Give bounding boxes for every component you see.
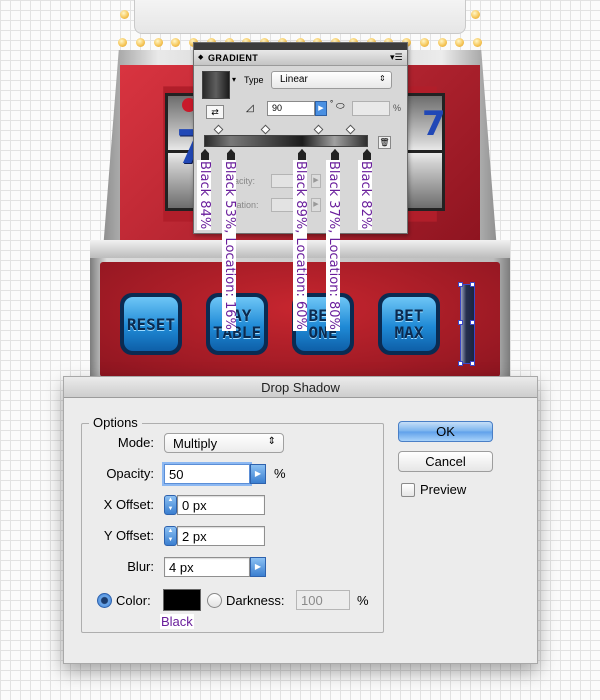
stop-annotation: Black 37%, Location: 80% — [326, 160, 341, 331]
mode-select[interactable]: Multiply ⇕ — [164, 433, 284, 453]
bet-max-button-label: BET MAX — [382, 297, 436, 351]
panel-grip-bar[interactable] — [194, 43, 407, 50]
selection-handle[interactable] — [458, 320, 463, 325]
darkness-unit: % — [357, 593, 369, 608]
aspect-percent: % — [393, 103, 402, 113]
angle-icon: ◿ — [246, 103, 254, 114]
y-offset-input[interactable]: 2 px — [177, 526, 265, 546]
gradient-stop[interactable] — [331, 149, 339, 160]
darkness-radio[interactable] — [207, 593, 222, 608]
opacity-label: Opacity: — [106, 466, 154, 481]
dialog-title: Drop Shadow — [64, 377, 537, 398]
reel-seven-symbol-right: 7 — [422, 104, 446, 144]
y-offset-stepper[interactable]: ▲ ▼ — [164, 526, 177, 546]
gradient-slider[interactable] — [204, 135, 368, 147]
reverse-gradient-icon[interactable]: ⇄ — [206, 105, 224, 119]
stop-annotation: Black 82% — [358, 160, 373, 231]
blur-slider-button[interactable]: ▶ — [250, 557, 266, 577]
selection-handle[interactable] — [470, 320, 475, 325]
reset-button-label: RESET — [124, 297, 178, 351]
color-annotation: Black — [160, 614, 194, 629]
degree-symbol: ° — [330, 99, 334, 108]
opacity-slider-button[interactable]: ▶ — [250, 464, 266, 484]
y-offset-label: Y Offset: — [103, 528, 154, 543]
opacity-dropdown-button: ▶ — [311, 174, 321, 188]
pay-table-button-label: PAY TABLE — [210, 297, 264, 351]
gradient-stop[interactable] — [227, 149, 235, 160]
preview-label: Preview — [420, 482, 467, 497]
mode-label: Mode: — [117, 435, 154, 450]
preview-checkbox[interactable] — [401, 483, 415, 497]
blur-input[interactable]: 4 px — [164, 557, 250, 577]
bet-max-button[interactable]: BET MAX — [378, 293, 440, 355]
type-label: Type — [244, 75, 264, 85]
ok-button[interactable]: OK — [398, 421, 493, 442]
opacity-input[interactable]: 50 — [164, 464, 250, 484]
midpoint-diamond[interactable] — [345, 124, 356, 135]
collapse-arrow-icon[interactable]: ◆ — [198, 53, 203, 61]
location-dropdown-button: ▶ — [311, 198, 321, 212]
selection-handle[interactable] — [458, 361, 463, 366]
pay-table-button[interactable]: PAY TABLE — [206, 293, 268, 355]
marquee-bulb-right — [471, 10, 480, 19]
aspect-ratio-input — [352, 101, 390, 116]
selection-handle[interactable] — [470, 282, 475, 287]
midpoint-diamond[interactable] — [213, 124, 224, 135]
gradient-stop[interactable] — [298, 149, 306, 160]
chevron-updown-icon: ⇕ — [379, 74, 386, 83]
marquee-sign — [134, 0, 466, 34]
x-offset-input[interactable]: 0 px — [177, 495, 265, 515]
darkness-label: Darkness: — [226, 593, 285, 608]
gradient-panel-title[interactable]: GRADIENT — [194, 50, 407, 66]
gradient-stop[interactable] — [201, 149, 209, 160]
stop-annotation: Black 53%, Location: 16% — [222, 160, 237, 331]
reset-button[interactable]: RESET — [120, 293, 182, 355]
options-legend: Options — [89, 415, 142, 430]
selection-handle[interactable] — [470, 361, 475, 366]
color-swatch[interactable] — [163, 589, 201, 611]
angle-dropdown-button[interactable]: ▶ — [315, 101, 327, 116]
cancel-button[interactable]: Cancel — [398, 451, 493, 472]
stop-annotation: Black 89%, Location: 60% — [293, 160, 308, 331]
panel-menu-icon[interactable]: ▾☰ — [390, 52, 403, 63]
midpoint-diamond[interactable] — [260, 124, 271, 135]
type-select[interactable]: Linear — [271, 71, 392, 89]
swatch-dropdown-icon[interactable]: ▾ — [232, 75, 236, 84]
x-offset-stepper[interactable]: ▲ ▼ — [164, 495, 177, 515]
stop-annotation: Black 84% — [197, 160, 212, 231]
color-label: Color: — [116, 593, 151, 608]
gradient-swatch[interactable] — [202, 71, 230, 99]
marquee-bulb-left — [120, 10, 129, 19]
drop-shadow-dialog: Drop Shadow Options Mode: Multiply ⇕ Opac… — [63, 376, 538, 664]
selection-handle[interactable] — [458, 282, 463, 287]
angle-input[interactable]: 90 — [267, 101, 315, 116]
mode-select-value: Multiply — [173, 436, 218, 451]
darkness-input: 100 — [296, 590, 350, 610]
blur-label: Blur: — [127, 559, 154, 574]
gradient-stop[interactable] — [363, 149, 371, 160]
aspect-ratio-icon: ⬭ — [336, 101, 345, 112]
color-radio[interactable] — [97, 593, 112, 608]
delete-stop-icon[interactable]: 🗑 — [378, 136, 391, 149]
x-offset-label: X Offset: — [103, 497, 154, 512]
chevron-updown-icon: ⇕ — [267, 436, 276, 447]
opacity-unit: % — [274, 466, 286, 481]
midpoint-diamond[interactable] — [313, 124, 324, 135]
